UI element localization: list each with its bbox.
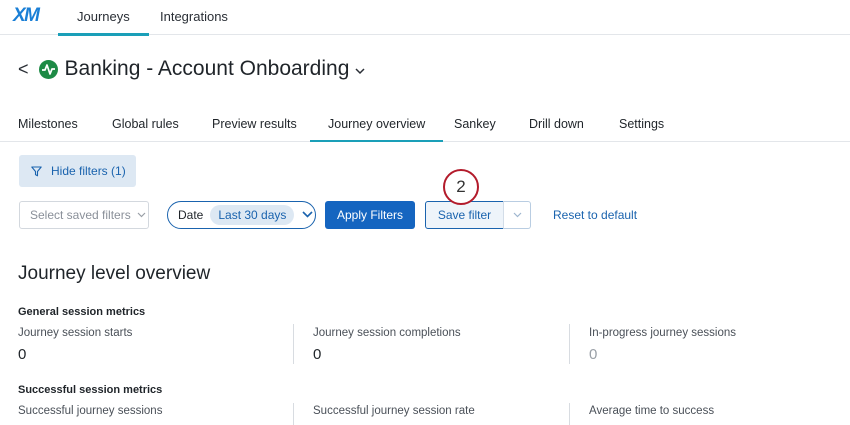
page-title-row: < Banking - Account Onboarding: [18, 55, 365, 83]
nav-integrations[interactable]: Integrations: [160, 9, 228, 24]
chevron-down-icon: [137, 210, 146, 221]
tab-settings[interactable]: Settings: [619, 117, 664, 131]
journey-tabs: Milestones Global rules Preview results …: [0, 107, 850, 142]
saved-filters-select[interactable]: Select saved filters: [19, 201, 149, 229]
tab-milestones[interactable]: Milestones: [18, 117, 78, 131]
metric-value: 0: [589, 346, 598, 363]
metric-divider: [569, 324, 570, 364]
hide-filters-label: Hide filters (1): [51, 164, 126, 178]
nav-journeys[interactable]: Journeys: [58, 9, 149, 36]
journey-pulse-icon: [38, 59, 58, 79]
metric-label: In-progress journey sessions: [589, 327, 737, 339]
apply-filters-button[interactable]: Apply Filters: [325, 201, 415, 229]
metric-label: Average time to success: [589, 405, 715, 417]
reset-to-default-link[interactable]: Reset to default: [553, 208, 637, 222]
page-title: Banking - Account Onboarding: [64, 57, 350, 80]
general-metrics-heading: General session metrics: [18, 306, 146, 318]
metric-value: 0: [313, 346, 322, 363]
save-filter-button[interactable]: Save filter: [425, 201, 504, 229]
section-title: Journey level overview: [18, 263, 211, 284]
top-bar: XM Journeys Integrations: [0, 0, 850, 36]
metric-divider: [293, 403, 294, 425]
back-chevron-icon[interactable]: <: [18, 59, 29, 80]
metric-value: 0: [18, 346, 27, 363]
date-filter-label: Date: [178, 208, 204, 222]
xm-logo[interactable]: XM: [13, 5, 40, 27]
tab-global-rules[interactable]: Global rules: [112, 117, 179, 131]
metric-label: Successful journey sessions: [18, 405, 163, 417]
metric-divider: [569, 403, 570, 425]
step-number-badge: 2: [443, 169, 479, 205]
tab-sankey[interactable]: Sankey: [454, 117, 496, 131]
chevron-down-icon: [513, 212, 521, 218]
save-filter-dropdown-button[interactable]: [503, 201, 531, 229]
successful-metrics-heading: Successful session metrics: [18, 384, 163, 396]
metric-label: Journey session completions: [313, 327, 461, 339]
hide-filters-button[interactable]: Hide filters (1): [19, 155, 136, 187]
metric-label: Journey session starts: [18, 327, 133, 339]
title-dropdown-chevron-icon[interactable]: [355, 64, 365, 78]
metric-divider: [293, 324, 294, 364]
tab-preview-results[interactable]: Preview results: [212, 117, 297, 131]
date-filter-pill[interactable]: Date Last 30 days: [167, 201, 316, 229]
metric-label: Successful journey session rate: [313, 405, 475, 417]
date-filter-value: Last 30 days: [210, 205, 295, 225]
saved-filters-placeholder: Select saved filters: [30, 208, 131, 222]
tab-drill-down[interactable]: Drill down: [529, 117, 584, 131]
filter-funnel-icon: [31, 165, 42, 176]
tab-journey-overview[interactable]: Journey overview: [309, 117, 444, 142]
chevron-down-icon[interactable]: [302, 209, 313, 221]
